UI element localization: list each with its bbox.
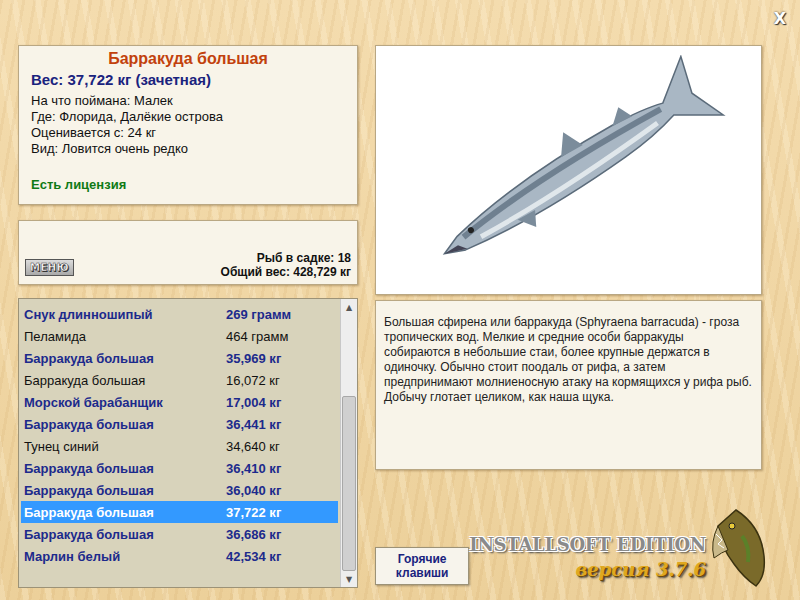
main: Барракуда большая Вес: 37,722 кг (зачетна… bbox=[18, 45, 782, 600]
scrollbar[interactable]: ▲▼ bbox=[340, 299, 357, 587]
catch-weight: 36,410 кг bbox=[226, 461, 281, 476]
fish-weight: Вес: 37,722 кг (зачетная) bbox=[31, 71, 345, 88]
catch-row[interactable]: Барракуда большая37,722 кг bbox=[21, 501, 338, 523]
menu-button[interactable]: МЕНЮ bbox=[25, 259, 74, 276]
catch-window: X Барракуда большая Вес: 37,722 кг (зачетн… bbox=[0, 0, 800, 600]
fish-description: Большая сфирена или барракуда (Sphyraena… bbox=[375, 300, 762, 470]
pike-icon bbox=[706, 506, 776, 588]
catch-name: Барракуда большая bbox=[24, 373, 226, 388]
scroll-up-button[interactable]: ▲ bbox=[341, 299, 357, 315]
header: X bbox=[18, 0, 790, 45]
catch-weight: 17,004 кг bbox=[226, 395, 281, 410]
catch-row[interactable]: Тунец синий34,640 кг bbox=[21, 435, 338, 457]
close-button[interactable]: X bbox=[770, 8, 790, 28]
catch-name: Барракуда большая bbox=[24, 505, 226, 520]
catch-name: Барракуда большая bbox=[24, 461, 226, 476]
catch-row[interactable]: Пеламида464 грамм bbox=[21, 325, 338, 347]
fish-detail: На что поймана: Малек bbox=[31, 93, 345, 109]
catch-row[interactable]: Снук длинношипый269 грамм bbox=[21, 303, 338, 325]
barracuda-icon bbox=[399, 55, 739, 285]
fish-title: Барракуда большая bbox=[31, 50, 345, 68]
catch-name: Тунец синий bbox=[24, 439, 226, 454]
catch-weight: 36,040 кг bbox=[226, 483, 281, 498]
fish-detail: Вид: Ловится очень редко bbox=[31, 141, 345, 157]
catch-name: Марлин белый bbox=[24, 549, 226, 564]
total-weight: Общий вес: 428,729 кг bbox=[221, 265, 351, 279]
catch-row[interactable]: Барракуда большая36,441 кг bbox=[21, 413, 338, 435]
catch-weight: 34,640 кг bbox=[226, 439, 280, 454]
edition-text: INSTALLSOFT EDITION версия 3.7.6 bbox=[469, 534, 706, 580]
fish-detail: Где: Флорида, Далёкие острова bbox=[31, 109, 345, 125]
catch-weight: 464 грамм bbox=[226, 329, 288, 344]
catch-row[interactable]: Барракуда большая35,969 кг bbox=[21, 347, 338, 369]
catch-name: Барракуда большая bbox=[24, 527, 226, 542]
fish-detail: Оценивается с: 24 кг bbox=[31, 125, 345, 141]
license-status: Есть лицензия bbox=[31, 177, 345, 192]
catch-rows: Снук длинношипый269 граммПеламида464 гра… bbox=[19, 299, 340, 587]
catch-name: Снук длинношипый bbox=[24, 307, 226, 322]
catch-list: Снук длинношипый269 граммПеламида464 гра… bbox=[18, 298, 358, 588]
catch-row[interactable]: Морской барабанщик17,004 кг bbox=[21, 391, 338, 413]
catch-weight: 42,534 кг bbox=[226, 549, 281, 564]
catch-row[interactable]: Барракуда большая36,410 кг bbox=[21, 457, 338, 479]
scroll-thumb[interactable] bbox=[342, 396, 356, 571]
catch-weight: 36,686 кг bbox=[226, 527, 281, 542]
catch-weight: 37,722 кг bbox=[226, 505, 281, 520]
catch-weight: 35,969 кг bbox=[226, 351, 281, 366]
edition-logo: INSTALLSOFT EDITION версия 3.7.6 bbox=[469, 506, 776, 588]
catch-weight: 16,072 кг bbox=[226, 373, 280, 388]
keepnet-card: МЕНЮ Рыб в садке: 18Общий вес: 428,729 кг bbox=[18, 220, 358, 285]
scroll-down-button[interactable]: ▼ bbox=[341, 571, 357, 587]
scroll-track[interactable] bbox=[341, 315, 357, 571]
catch-name: Барракуда большая bbox=[24, 351, 226, 366]
edition-title: INSTALLSOFT EDITION bbox=[469, 534, 706, 555]
catch-name: Барракуда большая bbox=[24, 417, 226, 432]
catch-row[interactable]: Барракуда большая36,686 кг bbox=[21, 523, 338, 545]
catch-name: Морской барабанщик bbox=[24, 395, 226, 410]
catch-weight: 269 грамм bbox=[226, 307, 291, 322]
catch-row[interactable]: Барракуда большая36,040 кг bbox=[21, 479, 338, 501]
left-column: Барракуда большая Вес: 37,722 кг (зачетна… bbox=[18, 45, 358, 588]
catch-row[interactable]: Барракуда большая16,072 кг bbox=[21, 369, 338, 391]
catch-weight: 36,441 кг bbox=[226, 417, 281, 432]
fish-image-panel bbox=[375, 45, 762, 295]
keepnet-stats: Рыб в садке: 18Общий вес: 428,729 кг bbox=[221, 251, 351, 279]
bottom-bar: Горячие клавишиINSTALLSOFT EDITION версия… bbox=[375, 470, 762, 588]
catch-name: Барракуда большая bbox=[24, 483, 226, 498]
fish-info-card: Барракуда большая Вес: 37,722 кг (зачетна… bbox=[18, 45, 358, 205]
catch-row[interactable]: Марлин белый42,534 кг bbox=[21, 545, 338, 567]
right-column: Большая сфирена или барракуда (Sphyraena… bbox=[375, 45, 762, 588]
edition-version: версия 3.7.6 bbox=[575, 559, 706, 580]
catch-name: Пеламида bbox=[24, 329, 226, 344]
hotkeys-button[interactable]: Горячие клавиши bbox=[375, 547, 469, 585]
fish-count: Рыб в садке: 18 bbox=[221, 251, 351, 265]
